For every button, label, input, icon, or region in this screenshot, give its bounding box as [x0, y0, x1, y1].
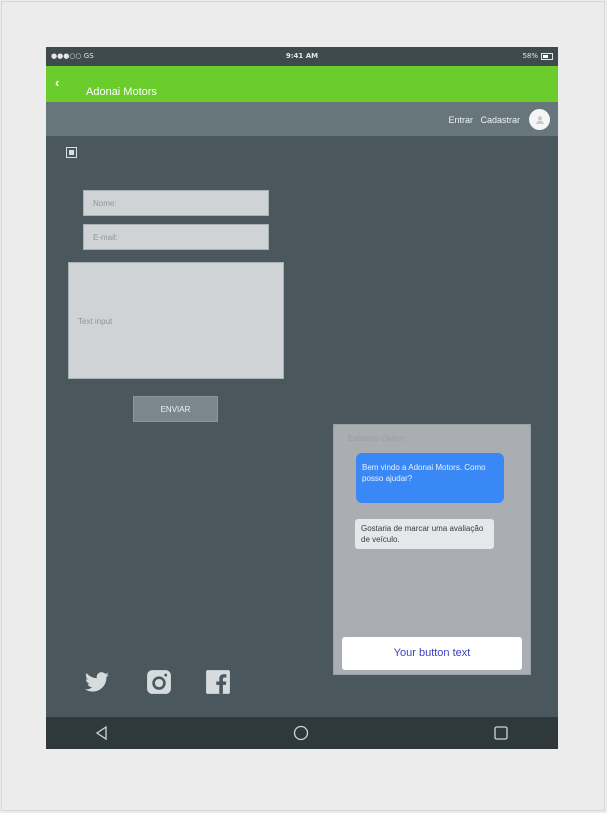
expand-icon[interactable]: [66, 147, 77, 158]
user-bar: Entrar Cadastrar: [46, 102, 558, 136]
status-time: 9:41 AM: [285, 52, 319, 60]
chat-header: Estamos Online: [348, 434, 405, 443]
app-title: Adonai Motors: [86, 86, 157, 98]
user-message-bubble: Gostaria de marcar uma avaliação de veíc…: [355, 519, 494, 549]
battery-percent: 58%: [522, 52, 538, 60]
bot-message-bubble: Bem vindo a Adonai Motors. Como posso aj…: [356, 453, 504, 503]
chevron-left-icon[interactable]: ‹: [55, 76, 69, 90]
android-nav-bar: [46, 717, 558, 749]
name-field[interactable]: Nome:: [83, 190, 269, 216]
home-circle-icon[interactable]: [293, 725, 309, 741]
send-button[interactable]: ENVIAR: [133, 396, 218, 422]
chat-action-button[interactable]: Your button text: [342, 637, 522, 670]
app-bar: ‹ Adonai Motors: [46, 66, 558, 102]
tablet-screen: ●●●○○ GS 9:41 AM 58% ‹ Adonai Motors Ent…: [46, 47, 558, 749]
chat-widget: Estamos Online Bem vindo a Adonai Motors…: [333, 424, 531, 675]
battery-status: 58%: [522, 52, 553, 60]
back-triangle-icon[interactable]: [94, 725, 110, 741]
facebook-icon[interactable]: [205, 669, 231, 695]
user-icon[interactable]: [529, 109, 550, 130]
recent-square-icon[interactable]: [493, 725, 509, 741]
status-bar: ●●●○○ GS 9:41 AM 58%: [46, 47, 558, 66]
battery-icon: [541, 52, 553, 60]
instagram-icon[interactable]: [146, 669, 172, 695]
signup-link[interactable]: Cadastrar: [480, 115, 520, 125]
email-field[interactable]: E-mail:: [83, 224, 269, 250]
message-textarea[interactable]: Text input: [68, 262, 284, 379]
twitter-icon[interactable]: [84, 669, 110, 695]
mockup-frame: ●●●○○ GS 9:41 AM 58% ‹ Adonai Motors Ent…: [1, 1, 605, 811]
login-link[interactable]: Entrar: [448, 115, 473, 125]
